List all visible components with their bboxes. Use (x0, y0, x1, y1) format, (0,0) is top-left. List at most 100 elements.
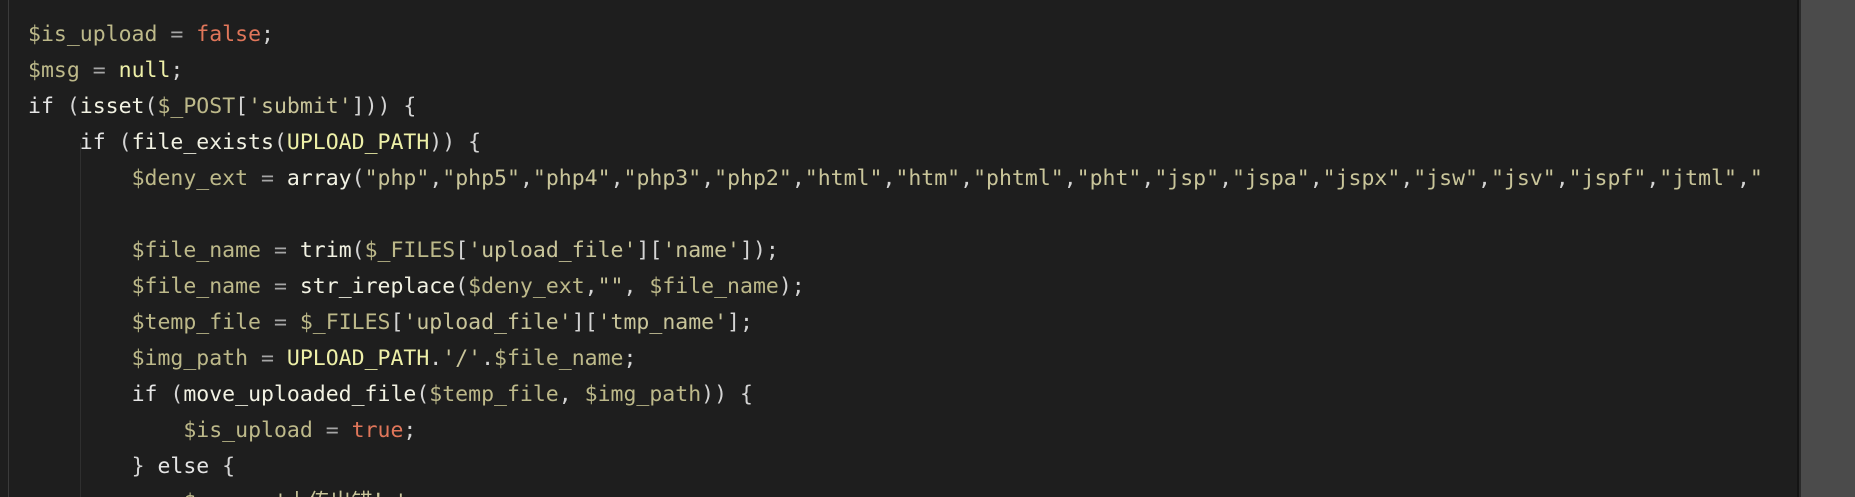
code-line[interactable]: } else { (28, 449, 1797, 485)
code-line[interactable]: if (isset($_POST['submit'])) { (28, 89, 1797, 125)
code-token: null (118, 58, 171, 83)
code-token: , (1646, 166, 1660, 191)
code-token: "htm" (895, 166, 961, 191)
code-token: ; (403, 418, 417, 443)
code-token: = (157, 22, 197, 47)
vertical-scrollbar[interactable] (1799, 0, 1855, 497)
code-line[interactable]: $file_name = trim($_FILES['upload_file']… (28, 233, 1797, 269)
code-token: 'tmp_name' (597, 310, 728, 335)
code-token: array (286, 166, 352, 191)
code-token: move_uploaded_file (183, 382, 417, 407)
code-token: [ (235, 94, 249, 119)
code-line[interactable]: $temp_file = $_FILES['upload_file']['tmp… (28, 305, 1797, 341)
code-token: , (1141, 166, 1155, 191)
code-token: , (1309, 166, 1323, 191)
code-token: )) { (701, 382, 753, 407)
code-token: , (1063, 166, 1077, 191)
code-token: = (312, 418, 352, 443)
code-token: 'submit' (248, 94, 352, 119)
code-token: "phtml" (973, 166, 1064, 191)
code-token: "jsw" (1413, 166, 1479, 191)
code-token: 'upload_file' (403, 310, 572, 335)
code-token: , (558, 382, 585, 407)
code-token: , (429, 166, 443, 191)
code-token: else (157, 454, 210, 479)
code-line[interactable]: if (move_uploaded_file($temp_file, $img_… (28, 377, 1797, 413)
code-token: ; (407, 490, 420, 497)
code-token: isset (79, 94, 145, 119)
code-token: , (584, 274, 598, 299)
code-token: "jsv" (1490, 166, 1556, 191)
code-token: )) { (429, 130, 482, 155)
scrollbar-thumb[interactable] (1801, 0, 1855, 497)
code-token: $deny_ext (131, 166, 249, 191)
code-line[interactable]: $is_upload = true; (28, 413, 1797, 449)
code-token: = (261, 310, 300, 335)
code-line[interactable]: $img_path = UPLOAD_PATH.'/'.$file_name; (28, 341, 1797, 377)
code-line[interactable]: $msg = '上传出错！'; (28, 485, 1797, 497)
code-token: ( (144, 94, 158, 119)
code-token: '上传出错！' (274, 490, 407, 497)
code-area[interactable]: $is_upload = false; $msg = null; if (isset… (28, 17, 1797, 497)
code-token: $msg (28, 58, 80, 83)
code-token: "jsp" (1154, 166, 1220, 191)
code-token: file_exists (131, 130, 274, 155)
code-token: " (1749, 166, 1763, 191)
code-token: ( (53, 94, 80, 119)
code-token: "jspf" (1568, 166, 1647, 191)
code-token: "php3" (623, 166, 702, 191)
code-token: ( (416, 382, 430, 407)
code-token: [ (390, 310, 404, 335)
code-token: $file_name (131, 274, 262, 299)
code-line[interactable]: if (file_exists(UPLOAD_PATH)) { (28, 125, 1797, 161)
code-line[interactable] (28, 197, 1797, 233)
code-token: = (248, 166, 287, 191)
code-token: ( (351, 166, 365, 191)
code-token: "pht" (1076, 166, 1142, 191)
code-token: $file_name (131, 238, 262, 263)
code-token: "php" (364, 166, 430, 191)
code-token: = (248, 346, 287, 371)
code-token: UPLOAD_PATH (286, 130, 430, 155)
code-line[interactable]: $deny_ext = array("php","php5","php4","p… (28, 161, 1797, 197)
code-token: . (481, 346, 495, 371)
code-token: ; (261, 22, 274, 47)
code-token: = (261, 274, 300, 299)
code-token: $is_upload (183, 418, 313, 443)
code-token: $file_name (649, 274, 779, 299)
code-token: $file_name (494, 346, 624, 371)
code-token: '/' (442, 346, 482, 371)
code-token: trim (299, 238, 352, 263)
code-token: ][ (571, 310, 598, 335)
code-token: 'name' (662, 238, 740, 263)
code-token: ]); (740, 238, 779, 263)
code-token: "" (597, 274, 624, 299)
code-token: true (351, 418, 404, 443)
code-line[interactable]: $is_upload = false; (28, 17, 1797, 53)
code-token: . (429, 346, 443, 371)
code-token: ( (157, 382, 184, 407)
code-token: if (79, 130, 106, 155)
code-token: , (960, 166, 974, 191)
code-token: "html" (804, 166, 883, 191)
code-token: $_FILES (364, 238, 456, 263)
editor-gutter-border (8, 0, 9, 497)
code-token: , (701, 166, 715, 191)
code-token: "php4" (532, 166, 611, 191)
code-token: , (1478, 166, 1491, 191)
code-token: ( (455, 274, 469, 299)
code-token: $img_path (131, 346, 249, 371)
code-token: = (79, 58, 119, 83)
code-line[interactable]: $msg = null; (28, 53, 1797, 89)
code-line[interactable]: $file_name = str_ireplace($deny_ext,"", … (28, 269, 1797, 305)
code-token: ); (778, 274, 805, 299)
code-token: "jspa" (1232, 166, 1310, 191)
code-token: ][ (636, 238, 663, 263)
code-editor[interactable]: $is_upload = false; $msg = null; if (isset… (0, 0, 1855, 497)
